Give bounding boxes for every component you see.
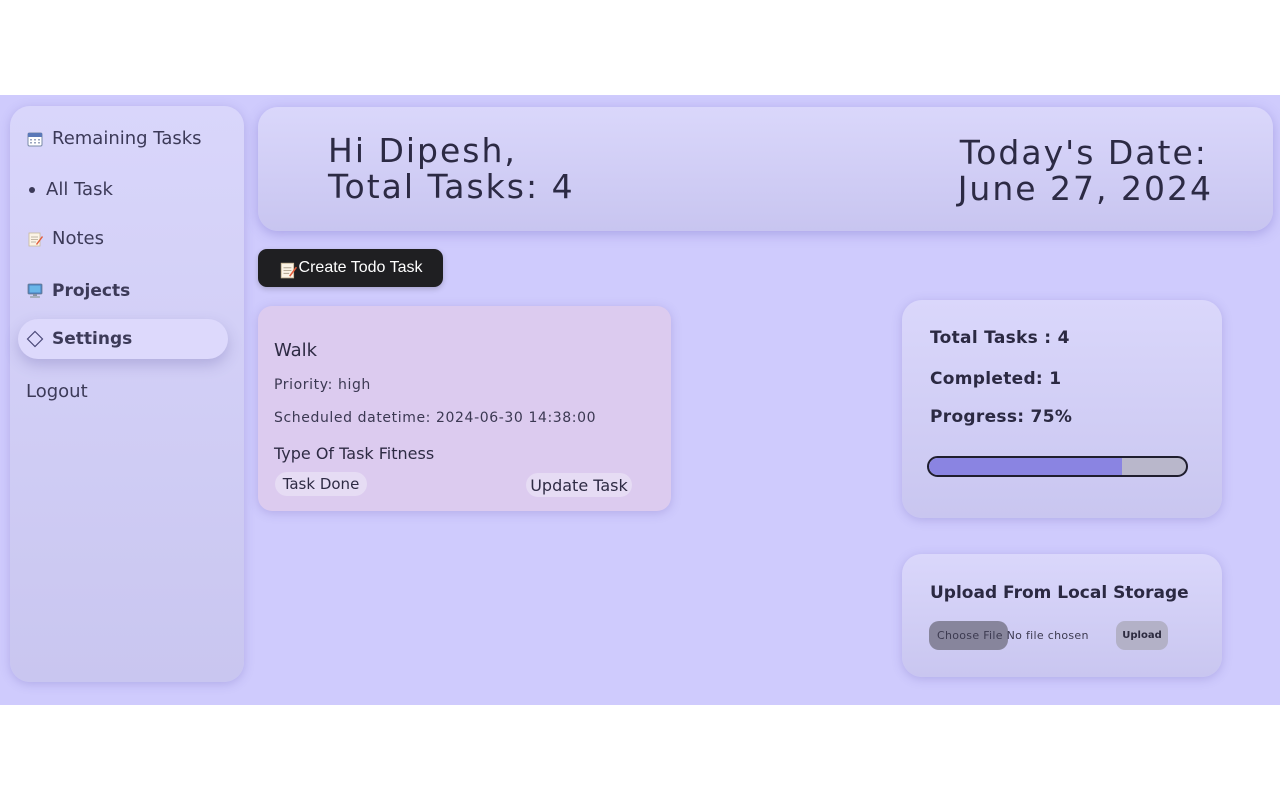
greeting-text: Hi Dipesh, [328, 131, 517, 170]
sidebar-item-label: Projects [52, 281, 131, 301]
memo-icon [279, 261, 297, 279]
task-title: Walk [274, 340, 318, 361]
header-total-tasks: Total Tasks: 4 [328, 167, 575, 206]
sidebar-item-remaining-tasks[interactable]: Remaining Tasks [26, 128, 202, 149]
sidebar-item-notes[interactable]: Notes [26, 228, 104, 249]
task-priority: Priority: high [274, 377, 371, 393]
memo-icon [26, 230, 44, 248]
stats-card: Total Tasks : 4 Completed: 1 Progress: 7… [902, 300, 1222, 518]
stats-progress: Progress: 75% [930, 407, 1073, 427]
sidebar-item-settings[interactable]: Settings [18, 319, 228, 359]
upload-button[interactable]: Upload [1116, 621, 1168, 650]
stats-total: Total Tasks : 4 [930, 328, 1070, 348]
no-file-chosen-text: No file chosen [1006, 629, 1089, 642]
bullet-icon [26, 181, 38, 199]
task-scheduled: Scheduled datetime: 2024-06-30 14:38:00 [274, 410, 597, 426]
sidebar: Remaining Tasks All Task Notes Projects … [10, 106, 244, 682]
logout-link[interactable]: Logout [26, 381, 88, 402]
sidebar-item-all-task[interactable]: All Task [26, 179, 113, 200]
sidebar-item-projects[interactable]: Projects [26, 281, 130, 301]
calendar-icon [26, 130, 44, 148]
stats-completed: Completed: 1 [930, 369, 1062, 389]
task-card: Walk Priority: high Scheduled datetime: … [258, 306, 671, 511]
task-done-button[interactable]: Task Done [275, 472, 367, 496]
create-todo-button[interactable]: Create Todo Task [258, 249, 443, 287]
create-todo-label: Create Todo Task [298, 259, 423, 276]
app-background: Remaining Tasks All Task Notes Projects … [0, 95, 1280, 705]
update-task-button[interactable]: Update Task [526, 473, 632, 497]
task-type: Type Of Task Fitness [274, 444, 435, 463]
upload-title: Upload From Local Storage [930, 583, 1189, 603]
sidebar-item-label: Logout [26, 381, 88, 402]
greeting-block: Hi Dipesh, Total Tasks: 4 [328, 133, 575, 205]
upload-card: Upload From Local Storage Choose File No… [902, 554, 1222, 677]
file-input-label: Choose File No file chosen [937, 629, 1089, 642]
progress-bar-fill [929, 458, 1122, 475]
sidebar-item-label: All Task [46, 179, 113, 200]
choose-file-text: Choose File [937, 629, 1003, 642]
date-label: Today's Date: [959, 133, 1208, 172]
sidebar-item-label: Remaining Tasks [52, 128, 202, 149]
progress-bar [927, 456, 1188, 477]
date-value: June 27, 2024 [957, 169, 1213, 208]
sidebar-item-label: Settings [52, 329, 133, 349]
dashboard-header: Hi Dipesh, Total Tasks: 4 Today's Date: … [258, 107, 1273, 231]
computer-icon [26, 282, 44, 300]
sidebar-item-label: Notes [52, 228, 104, 249]
date-block: Today's Date: June 27, 2024 [958, 135, 1213, 207]
diamond-icon [26, 330, 44, 348]
